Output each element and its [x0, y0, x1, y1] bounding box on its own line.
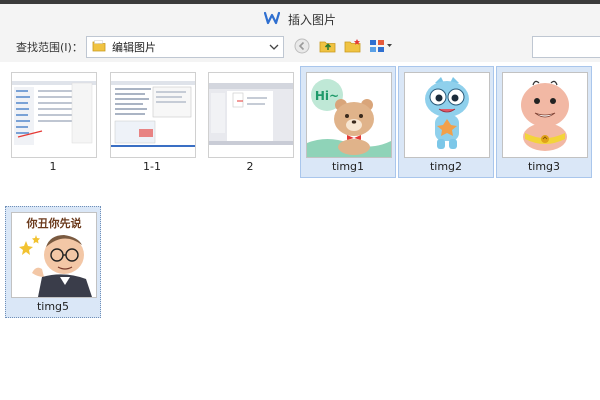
file-item-2[interactable]: 2 [202, 66, 298, 178]
location-value: 编辑图片 [112, 41, 156, 54]
folder-icon [92, 39, 106, 56]
view-grid-icon [369, 38, 393, 57]
file-list: 1 1-1 2 Hi~ timg1 timg2 timg3 你丑你先说 timg… [0, 62, 600, 400]
back-button[interactable] [292, 37, 312, 57]
file-name: timg2 [429, 160, 463, 173]
new-folder-button[interactable] [343, 37, 363, 57]
file-thumbnail: Hi~ [306, 72, 392, 158]
file-item-timg1[interactable]: Hi~ timg1 [300, 66, 396, 178]
file-thumbnail: 你丑你先说 [11, 212, 97, 298]
file-thumbnail [502, 72, 588, 158]
file-item-1[interactable]: 1 [5, 66, 101, 178]
back-arrow-icon [294, 38, 310, 57]
window-title: 插入图片 [287, 12, 336, 27]
file-name: 1-1 [143, 160, 161, 173]
title-bar: 插入图片 [0, 4, 600, 34]
search-input[interactable] [532, 36, 600, 58]
view-menu-button[interactable] [368, 37, 394, 57]
toolbar: 查找范围(I)： 编辑图片 [0, 34, 600, 63]
location-dropdown[interactable]: 编辑图片 [86, 36, 284, 58]
file-thumbnail [208, 72, 294, 158]
look-in-label: 查找范围(I)： [16, 41, 83, 54]
file-thumbnail [110, 72, 196, 158]
meme-caption: 你丑你先说 [26, 216, 82, 230]
file-name: 2 [246, 160, 254, 173]
wps-logo-icon [263, 11, 281, 28]
file-thumbnail [11, 72, 97, 158]
new-folder-icon [344, 38, 362, 57]
file-name: timg5 [36, 300, 70, 313]
file-name: 1 [49, 160, 57, 173]
file-item-1-1[interactable]: 1-1 [104, 66, 200, 178]
chevron-down-icon[interactable] [269, 43, 279, 51]
file-item-timg2[interactable]: timg2 [398, 66, 494, 178]
file-item-timg3[interactable]: timg3 [496, 66, 592, 178]
file-item-timg5[interactable]: 你丑你先说 timg5 [5, 206, 101, 318]
file-name: timg1 [331, 160, 365, 173]
file-name: timg3 [527, 160, 561, 173]
up-folder-button[interactable] [318, 37, 338, 57]
folder-up-icon [319, 38, 337, 57]
file-thumbnail [404, 72, 490, 158]
badge-text: Hi~ [315, 89, 339, 103]
